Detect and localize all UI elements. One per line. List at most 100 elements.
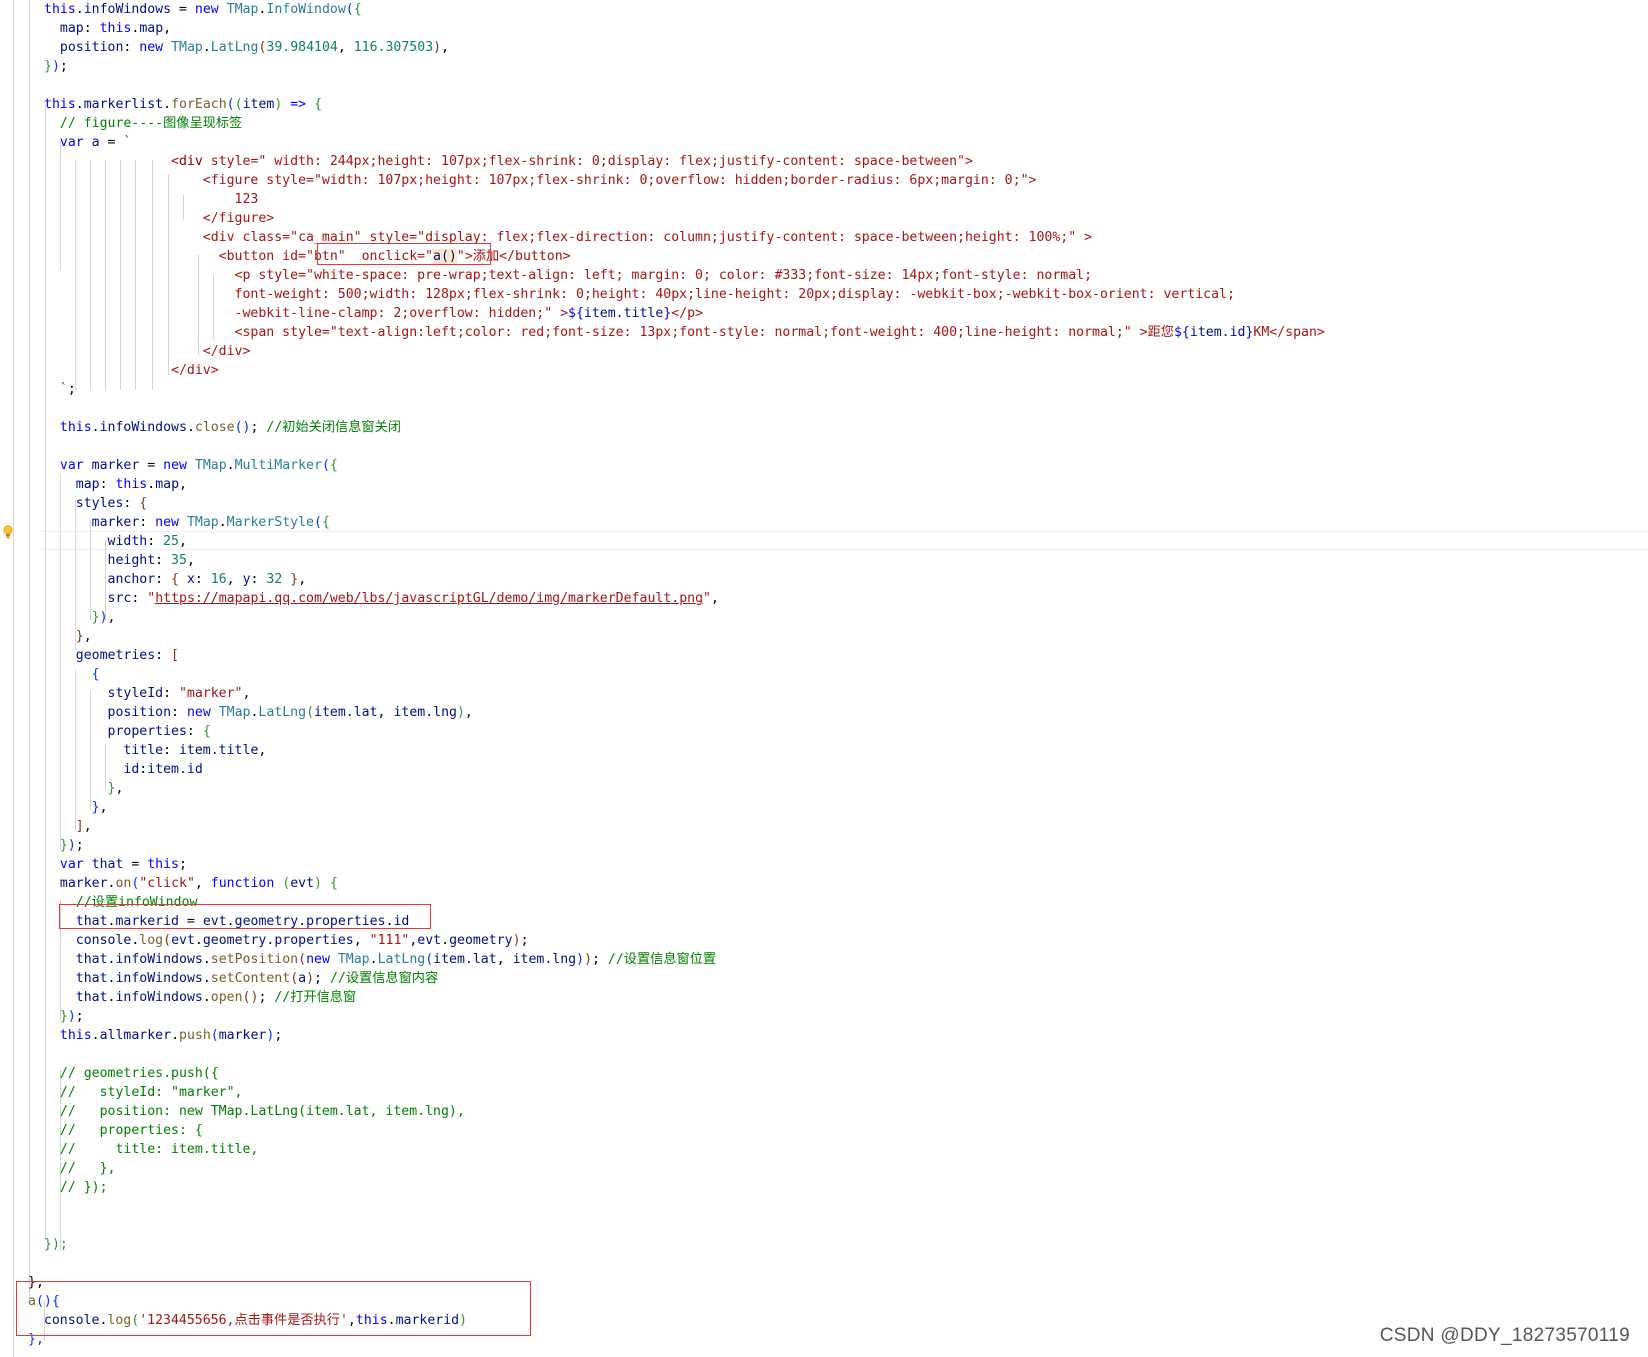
code-token: geometries (44, 648, 156, 663)
code-line[interactable]: }, (44, 798, 108, 817)
code-line[interactable]: this.infoWindows = new TMap.InfoWindow({ (44, 0, 362, 19)
code-token: <figure style="width: 107px;height: 107p… (44, 173, 1037, 188)
code-token: geometry (449, 933, 513, 948)
code-token: ${ (1173, 325, 1190, 340)
code-token: var (44, 458, 92, 473)
code-line[interactable]: 123 (44, 190, 259, 209)
code-line[interactable]: <figure style="width: 107px;height: 107p… (44, 171, 1037, 190)
code-line[interactable]: styleId: "marker", (44, 684, 251, 703)
code-line[interactable]: <span style="text-align:left;color: red;… (44, 323, 1325, 342)
code-line[interactable]: }), (44, 608, 116, 627)
code-line[interactable]: // properties: { (44, 1121, 203, 1140)
code-token: () (234, 420, 251, 435)
code-token: ( (210, 1028, 219, 1043)
code-line[interactable]: // geometries.push({ (44, 1064, 219, 1083)
code-token: properties (44, 724, 187, 739)
code-line[interactable]: }, (44, 627, 92, 646)
code-token: < (44, 154, 179, 169)
code-line[interactable]: // styleId: "marker", (44, 1083, 243, 1102)
code-line[interactable]: console.log(evt.geometry.properties, "11… (44, 931, 529, 950)
code-line[interactable]: title: item.title, (44, 741, 266, 760)
code-line[interactable]: <button id="btn" onclick="a()">添加</butto… (44, 247, 571, 266)
code-line[interactable]: position: new TMap.LatLng(39.984104, 116… (44, 38, 449, 57)
code-line[interactable]: ], (44, 817, 92, 836)
code-token: that (44, 952, 108, 967)
code-token: item.title (178, 743, 259, 758)
code-token: <span style="text-align:left;color: red;… (44, 325, 1174, 340)
code-token: ${ (568, 306, 584, 321)
code-line[interactable]: <div style=" width: 244px;height: 107px;… (44, 152, 973, 171)
code-token: = (99, 135, 124, 150)
code-token: . (441, 933, 450, 948)
code-line[interactable]: styles: { (44, 494, 148, 513)
code-token: { (171, 572, 179, 587)
code-line[interactable]: that.infoWindows.setPosition(new TMap.La… (44, 950, 716, 969)
code-line[interactable]: this.allmarker.push(marker); (44, 1026, 282, 1045)
code-token: styleId (44, 686, 164, 701)
code-line[interactable]: </div> (44, 342, 251, 361)
code-token: new (155, 515, 187, 530)
code-token: { (329, 458, 338, 473)
code-line[interactable]: // title: item.title, (44, 1140, 259, 1159)
code-line[interactable]: // }, (44, 1159, 116, 1178)
code-line[interactable]: }); (44, 1235, 68, 1254)
code-line[interactable]: position: new TMap.LatLng(item.lat, item… (44, 703, 473, 722)
code-line[interactable]: var a = ` (44, 133, 132, 152)
code-line[interactable]: this.markerlist.forEach((item) => { (44, 95, 322, 114)
lightbulb-icon[interactable] (3, 525, 13, 539)
code-line[interactable]: width: 25, (44, 532, 187, 551)
code-token: . (163, 97, 172, 112)
code-line[interactable]: font-weight: 500;width: 128px;flex-shrin… (44, 285, 1235, 304)
code-line[interactable]: <div class="ca_main" style="display: fle… (44, 228, 1092, 247)
code-line[interactable]: </figure> (44, 209, 274, 228)
code-line[interactable]: }, (44, 779, 124, 798)
code-line[interactable]: // figure----图像呈现标签 (44, 114, 242, 133)
code-line[interactable]: src: "https://mapapi.qq.com/web/lbs/java… (44, 589, 719, 608)
code-token: " (703, 591, 711, 606)
code-line[interactable]: var that = this; (44, 855, 187, 874)
code-token: // position: new TMap.LatLng(item.lat, i… (44, 1104, 465, 1119)
code-line[interactable]: properties: { (44, 722, 211, 741)
code-line[interactable]: }); (44, 57, 68, 76)
code-line[interactable]: geometries: [ (44, 646, 179, 665)
code-token: item.title (583, 306, 664, 321)
code-token: width (44, 534, 148, 549)
code-token: marker (218, 1028, 267, 1043)
code-line[interactable]: height: 35, (44, 551, 195, 570)
code-line[interactable]: anchor: { x: 16, y: 32 }, (44, 570, 307, 589)
code-line[interactable]: { (44, 665, 100, 684)
code-token: ) (433, 40, 442, 55)
code-line[interactable]: }); (44, 1007, 84, 1026)
code-line[interactable]: id:item.id (44, 760, 202, 779)
code-token: setPosition (210, 952, 299, 967)
code-line[interactable]: that.infoWindows.open(); //打开信息窗 (44, 988, 356, 1007)
code-line[interactable]: </div> (44, 361, 219, 380)
code-line[interactable]: }); (44, 836, 84, 855)
code-token: 16 (210, 572, 227, 587)
code-line[interactable]: map: this.map, (44, 475, 187, 494)
code-editor[interactable]: this.infoWindows = new TMap.InfoWindow({… (0, 0, 1648, 1357)
code-token: var (44, 857, 92, 872)
code-line[interactable]: var marker = new TMap.MultiMarker({ (44, 456, 338, 475)
code-line[interactable]: this.infoWindows.close(); //初始关闭信息窗关闭 (44, 418, 401, 437)
code-line[interactable]: marker: new TMap.MarkerStyle({ (44, 513, 330, 532)
code-line[interactable]: marker.on("click", function (evt) { (44, 874, 338, 893)
code-line[interactable]: that.infoWindows.setContent(a); //设置信息窗内… (44, 969, 438, 988)
code-line[interactable]: -webkit-line-clamp: 2;overflow: hidden;"… (44, 304, 703, 323)
code-line[interactable]: map: this.map, (44, 19, 171, 38)
code-token: . (91, 420, 100, 435)
code-token: map (155, 477, 180, 492)
code-token: // title: item.title, (44, 1142, 259, 1157)
code-token: </p> (671, 306, 704, 321)
code-token: : (194, 572, 211, 587)
code-line[interactable]: `; (44, 380, 76, 399)
code-line[interactable]: <p style="white-space: pre-wrap;text-ali… (44, 266, 1092, 285)
code-token: . (91, 1028, 100, 1043)
code-line[interactable]: // }); (44, 1178, 108, 1197)
code-line[interactable]: // position: new TMap.LatLng(item.lat, i… (44, 1102, 465, 1121)
code-token: marker (44, 876, 108, 891)
code-token: console (44, 933, 132, 948)
code-token: ] (44, 819, 84, 834)
code-token: ( (298, 952, 307, 967)
code-token: , (163, 21, 172, 36)
